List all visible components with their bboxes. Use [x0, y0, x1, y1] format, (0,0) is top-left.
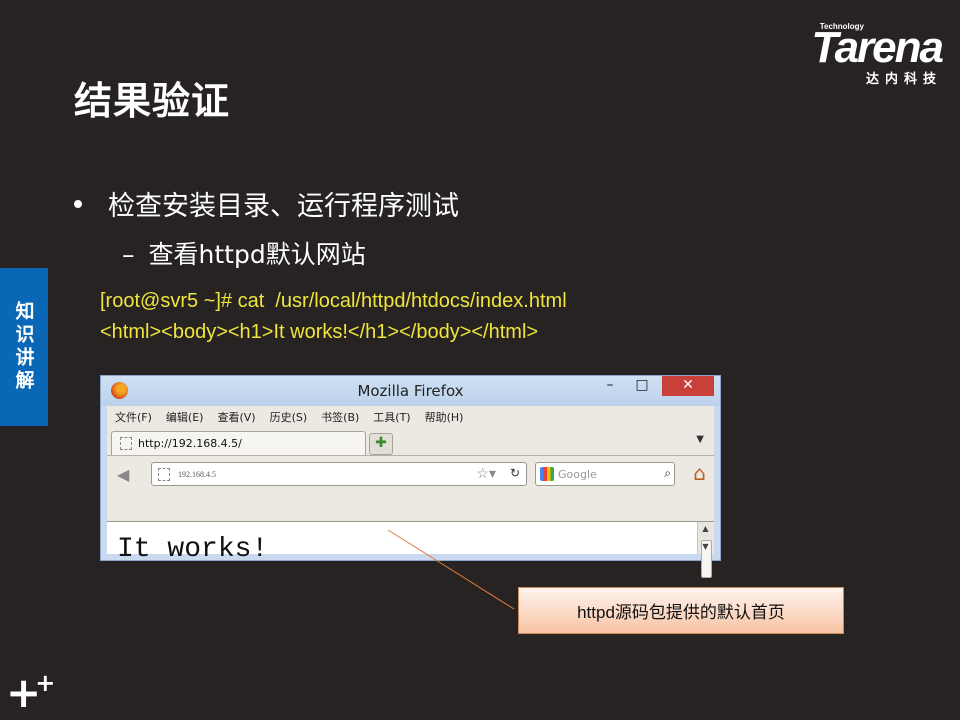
- plus-decoration-icon: ++: [6, 668, 56, 717]
- callout-line: [387, 529, 515, 610]
- callout-box: httpd源码包提供的默认首页: [518, 587, 844, 634]
